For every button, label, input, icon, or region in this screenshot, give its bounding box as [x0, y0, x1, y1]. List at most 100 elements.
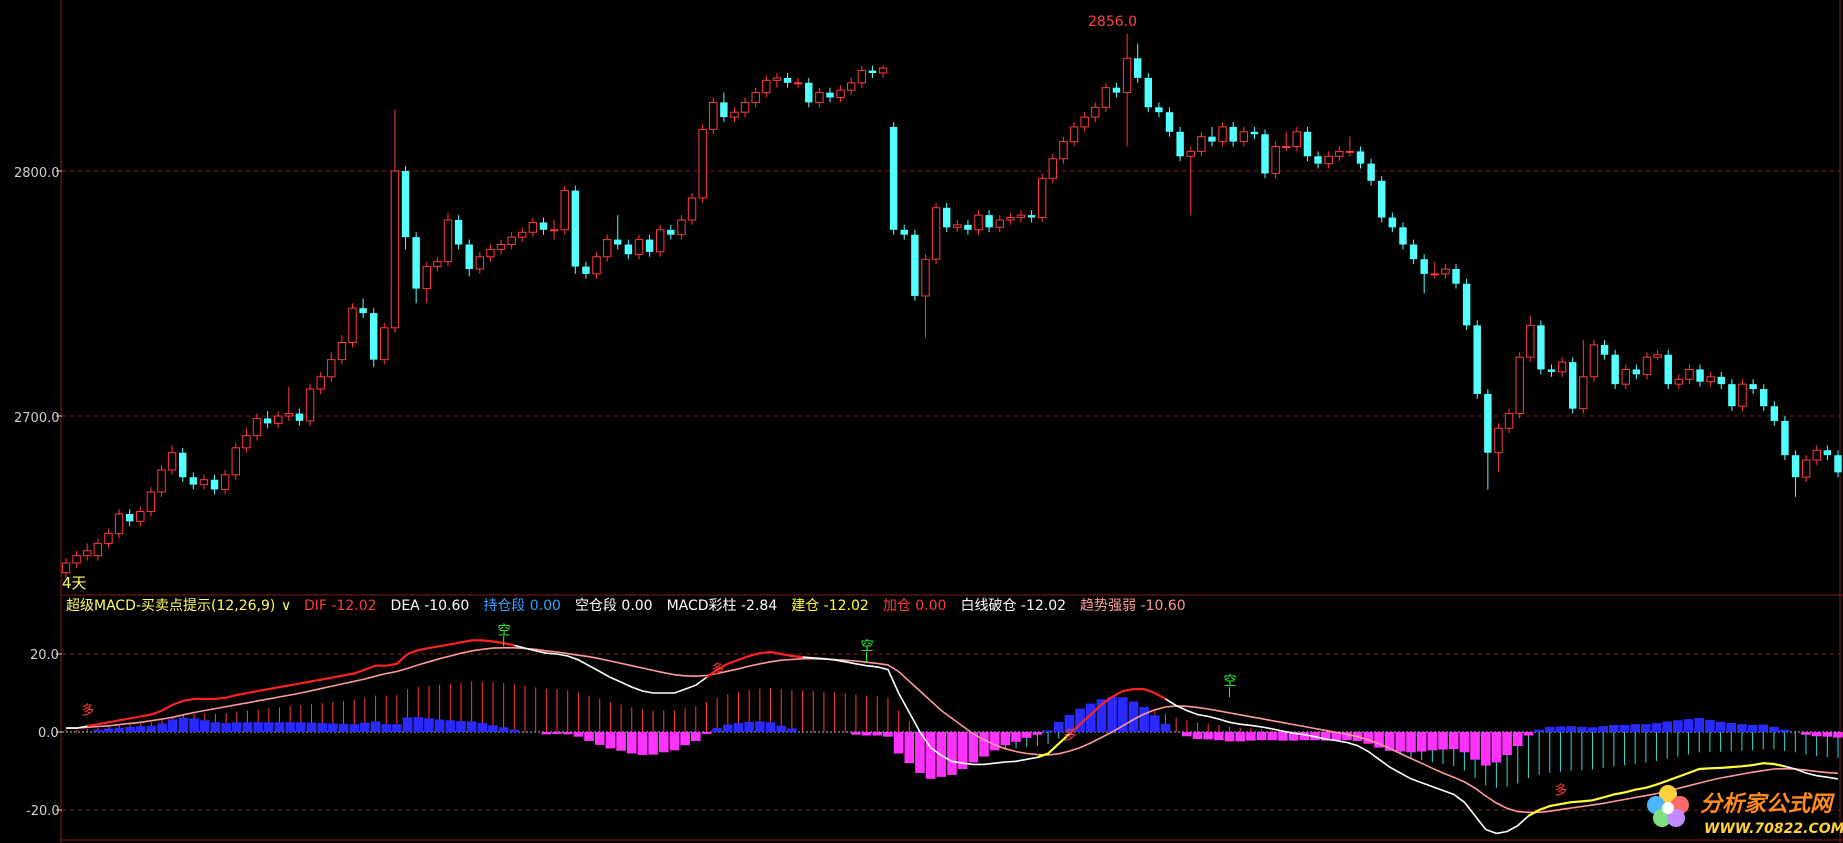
macd-color-bar [413, 717, 424, 732]
candle-body-down [1378, 180, 1386, 218]
macd-color-bar [1811, 732, 1822, 737]
candle-body-up [740, 101, 750, 113]
candle-body-up [709, 101, 718, 130]
candle [889, 122, 898, 235]
legend-item: DEA -10.60 [391, 598, 470, 614]
candle-body-up [1324, 155, 1333, 165]
candle-body-up [1685, 368, 1694, 380]
candle-body-up [592, 256, 601, 275]
candle [687, 193, 697, 225]
macd-color-bar [1715, 721, 1726, 732]
candle-body-down [1303, 131, 1312, 157]
candle-body-down [1537, 325, 1545, 370]
candle-body-up [475, 256, 485, 270]
candle-body-down [1112, 87, 1121, 93]
candle-body-up [772, 77, 782, 81]
macd-color-bar [370, 721, 381, 732]
candle-body-up [878, 67, 888, 74]
macd-color-bar [231, 722, 242, 732]
macd-color-bar [1491, 732, 1502, 763]
macd-color-bar [562, 732, 573, 735]
candle-body-down [1569, 362, 1577, 409]
macd-color-bar [1117, 697, 1128, 732]
candle-body-down [900, 229, 908, 235]
candle-body-up [1515, 356, 1524, 415]
candle-body-down [1229, 126, 1237, 142]
candle-body-up [380, 327, 389, 361]
candle-body-down [1791, 455, 1800, 478]
candle-body-up [1706, 376, 1715, 383]
macd-color-bar [328, 723, 338, 732]
candle-body-up [496, 244, 506, 250]
candle-body-down [667, 229, 675, 235]
candle-body-down [889, 126, 898, 230]
macd-color-bar [733, 723, 744, 732]
macd-color-bar [1139, 707, 1149, 732]
macd-color-bar [1651, 723, 1662, 732]
macd-color-bar [1128, 701, 1139, 732]
legend-item: DIF -12.02 [304, 598, 377, 614]
macd-color-bar [626, 732, 637, 754]
candle-body-down [1144, 77, 1153, 108]
candle-body-up [846, 82, 856, 91]
candle-body-down [465, 244, 473, 269]
candle-body-up [348, 307, 357, 344]
macd-color-bar [1512, 732, 1523, 747]
candle-body-up [390, 170, 400, 329]
macd-color-bar [1000, 732, 1011, 746]
legend-item: 持仓段 0.00 [483, 598, 561, 614]
candle-body-down [1155, 107, 1163, 113]
candle-body-up [1738, 383, 1747, 407]
macd-color-bar [1502, 732, 1512, 756]
indicator-name[interactable]: 超级MACD-买卖点提示(12,26,9) [66, 598, 275, 614]
candle [114, 509, 124, 539]
candle-body-down [614, 239, 622, 245]
candle-body-down [189, 477, 198, 485]
macd-tick-minus-20: -20.0 [26, 804, 60, 819]
candle-body-up [433, 261, 442, 268]
macd-color-bar [93, 729, 103, 732]
macd-color-bar [1630, 724, 1640, 732]
macd-color-bar [424, 718, 434, 732]
candle [1378, 175, 1386, 223]
candle-body-up [974, 214, 983, 231]
candle-body-down [624, 244, 633, 255]
macd-color-bar [701, 732, 712, 734]
candle-body-down [1027, 215, 1036, 218]
candle-body-down [1781, 420, 1789, 456]
macd-signal-label: 多 [711, 661, 724, 677]
candle-body-down [1760, 389, 1768, 407]
candle-body-down [263, 418, 272, 424]
indicator-dropdown-icon[interactable]: ∨ [281, 598, 291, 614]
candle-body-down [179, 452, 187, 478]
macd-color-bar [1523, 732, 1534, 736]
watermark-url: WWW.70822.COM [1704, 821, 1843, 837]
candle [1569, 357, 1577, 414]
macd-color-bar [872, 732, 883, 736]
candle-body-down [1356, 151, 1365, 164]
macd-tick-20: 20.0 [30, 648, 59, 663]
candle-body-up [815, 92, 824, 103]
candle-body-down [1664, 354, 1672, 385]
candle [1473, 320, 1481, 399]
macd-color-bar [1406, 732, 1416, 753]
candle-body-up [507, 236, 516, 245]
candle-body-up [1197, 136, 1206, 152]
macd-color-bar [989, 732, 1000, 751]
candle [655, 224, 665, 257]
macd-color-bar [1438, 732, 1448, 750]
candle [454, 215, 463, 250]
macd-color-bar [1224, 732, 1235, 742]
candle-body-up [1069, 126, 1079, 143]
macd-signal-label: 空 [498, 623, 511, 638]
candle-body-up [1080, 116, 1089, 128]
macd-color-bar [1662, 721, 1673, 732]
macd-signal-label: 空 [861, 639, 874, 654]
macd-color-bar [285, 722, 295, 732]
macd-color-bar [488, 725, 498, 732]
macd-color-bar [509, 729, 520, 732]
candle [931, 202, 941, 265]
candle-body-down [911, 234, 919, 296]
candle [1037, 173, 1047, 223]
candle [1664, 349, 1672, 390]
